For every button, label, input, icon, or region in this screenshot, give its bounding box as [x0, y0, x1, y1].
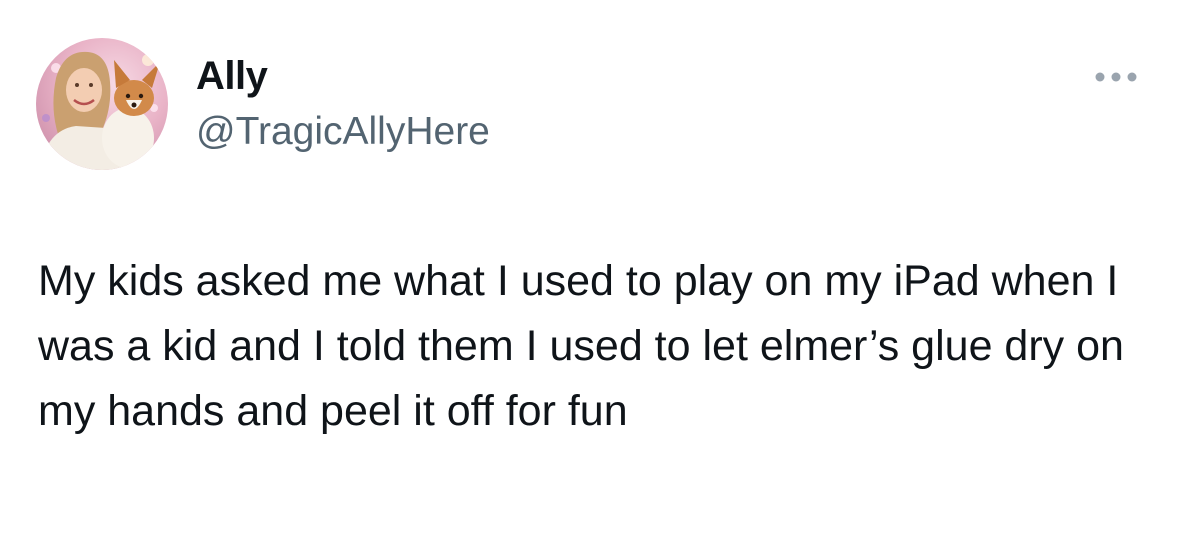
tweet-text: My kids asked me what I used to play on … [38, 257, 1124, 435]
tweet-card: Ally @TragicAllyHere My kids asked me wh… [0, 0, 1179, 559]
author-avatar[interactable] [36, 38, 168, 170]
avatar-image [36, 38, 168, 170]
more-horizontal-icon [1095, 72, 1137, 82]
author-handle[interactable]: @TragicAllyHere [196, 108, 490, 156]
more-options-button[interactable] [1090, 62, 1142, 92]
author-display-name[interactable]: Ally [196, 52, 268, 100]
